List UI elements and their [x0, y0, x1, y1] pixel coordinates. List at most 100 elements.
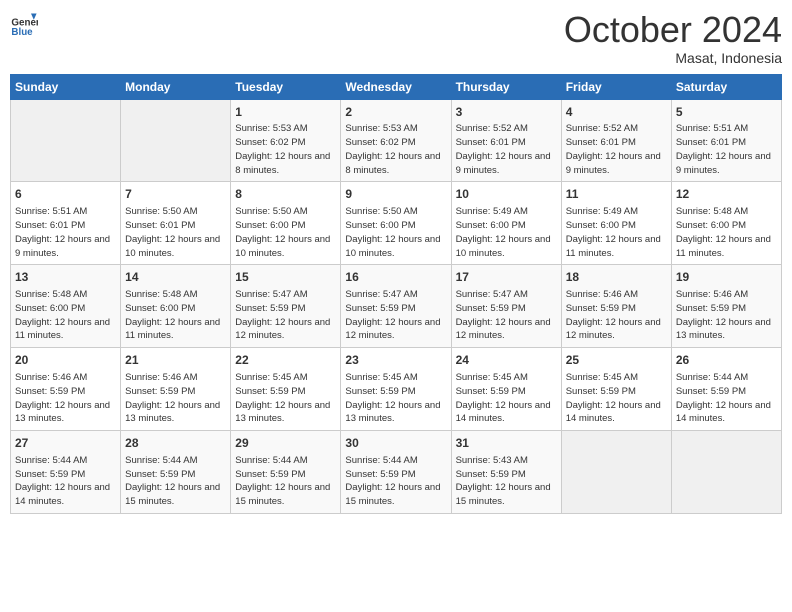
cell-content: Sunrise: 5:47 AM Sunset: 5:59 PM Dayligh… — [235, 288, 336, 343]
calendar-cell — [11, 99, 121, 182]
calendar-cell: 20 Sunrise: 5:46 AM Sunset: 5:59 PM Dayli… — [11, 348, 121, 431]
cell-content: Sunrise: 5:45 AM Sunset: 5:59 PM Dayligh… — [456, 371, 557, 426]
cell-content: Sunrise: 5:46 AM Sunset: 5:59 PM Dayligh… — [15, 371, 116, 426]
calendar-cell: 17 Sunrise: 5:47 AM Sunset: 5:59 PM Dayli… — [451, 265, 561, 348]
day-number: 17 — [456, 269, 557, 286]
cell-content: Sunrise: 5:45 AM Sunset: 5:59 PM Dayligh… — [566, 371, 667, 426]
calendar-cell: 6Sunrise: 5:51 AM Sunset: 6:01 PM Daylig… — [11, 182, 121, 265]
day-number: 18 — [566, 269, 667, 286]
day-number: 22 — [235, 352, 336, 369]
calendar-week-row: 6Sunrise: 5:51 AM Sunset: 6:01 PM Daylig… — [11, 182, 782, 265]
day-number: 4 — [566, 104, 667, 121]
cell-content: Sunrise: 5:51 AM Sunset: 6:01 PM Dayligh… — [676, 122, 777, 177]
cell-content: Sunrise: 5:47 AM Sunset: 5:59 PM Dayligh… — [345, 288, 446, 343]
cell-content: Sunrise: 5:44 AM Sunset: 5:59 PM Dayligh… — [345, 454, 446, 509]
day-number: 2 — [345, 104, 446, 121]
day-number: 9 — [345, 186, 446, 203]
calendar-cell: 24 Sunrise: 5:45 AM Sunset: 5:59 PM Dayli… — [451, 348, 561, 431]
calendar-week-row: 13 Sunrise: 5:48 AM Sunset: 6:00 PM Dayli… — [11, 265, 782, 348]
day-number: 5 — [676, 104, 777, 121]
weekday-header: Friday — [561, 74, 671, 99]
day-number: 19 — [676, 269, 777, 286]
calendar-cell: 1Sunrise: 5:53 AM Sunset: 6:02 PM Daylig… — [231, 99, 341, 182]
calendar-cell: 19 Sunrise: 5:46 AM Sunset: 5:59 PM Dayli… — [671, 265, 781, 348]
calendar-cell: 3Sunrise: 5:52 AM Sunset: 6:01 PM Daylig… — [451, 99, 561, 182]
calendar-cell: 9Sunrise: 5:50 AM Sunset: 6:00 PM Daylig… — [341, 182, 451, 265]
logo-icon: General Blue — [10, 10, 38, 38]
cell-content: Sunrise: 5:44 AM Sunset: 5:59 PM Dayligh… — [125, 454, 226, 509]
day-number: 26 — [676, 352, 777, 369]
cell-content: Sunrise: 5:51 AM Sunset: 6:01 PM Dayligh… — [15, 205, 116, 260]
weekday-header: Saturday — [671, 74, 781, 99]
cell-content: Sunrise: 5:49 AM Sunset: 6:00 PM Dayligh… — [566, 205, 667, 260]
calendar-week-row: 20 Sunrise: 5:46 AM Sunset: 5:59 PM Dayli… — [11, 348, 782, 431]
day-number: 24 — [456, 352, 557, 369]
day-number: 13 — [15, 269, 116, 286]
cell-content: Sunrise: 5:53 AM Sunset: 6:02 PM Dayligh… — [345, 122, 446, 177]
day-number: 25 — [566, 352, 667, 369]
day-number: 10 — [456, 186, 557, 203]
calendar-cell: 4Sunrise: 5:52 AM Sunset: 6:01 PM Daylig… — [561, 99, 671, 182]
calendar-cell: 10 Sunrise: 5:49 AM Sunset: 6:00 PM Dayli… — [451, 182, 561, 265]
calendar-cell: 30Sunrise: 5:44 AM Sunset: 5:59 PM Dayli… — [341, 431, 451, 514]
calendar-cell: 21Sunrise: 5:46 AM Sunset: 5:59 PM Dayli… — [121, 348, 231, 431]
day-number: 16 — [345, 269, 446, 286]
weekday-header-row: SundayMondayTuesdayWednesdayThursdayFrid… — [11, 74, 782, 99]
calendar-cell: 8 Sunrise: 5:50 AM Sunset: 6:00 PM Daylig… — [231, 182, 341, 265]
cell-content: Sunrise: 5:52 AM Sunset: 6:01 PM Dayligh… — [566, 122, 667, 177]
day-number: 31 — [456, 435, 557, 452]
location: Masat, Indonesia — [564, 50, 782, 66]
calendar-cell: 22 Sunrise: 5:45 AM Sunset: 5:59 PM Dayli… — [231, 348, 341, 431]
cell-content: Sunrise: 5:46 AM Sunset: 5:59 PM Dayligh… — [566, 288, 667, 343]
day-number: 14 — [125, 269, 226, 286]
calendar-cell: 31 Sunrise: 5:43 AM Sunset: 5:59 PM Dayli… — [451, 431, 561, 514]
day-number: 27 — [15, 435, 116, 452]
day-number: 7 — [125, 186, 226, 203]
cell-content: Sunrise: 5:43 AM Sunset: 5:59 PM Dayligh… — [456, 454, 557, 509]
calendar-cell: 26 Sunrise: 5:44 AM Sunset: 5:59 PM Dayli… — [671, 348, 781, 431]
cell-content: Sunrise: 5:48 AM Sunset: 6:00 PM Dayligh… — [676, 205, 777, 260]
cell-content: Sunrise: 5:46 AM Sunset: 5:59 PM Dayligh… — [676, 288, 777, 343]
day-number: 1 — [235, 104, 336, 121]
cell-content: Sunrise: 5:45 AM Sunset: 5:59 PM Dayligh… — [235, 371, 336, 426]
logo: General Blue — [10, 10, 38, 38]
day-number: 23 — [345, 352, 446, 369]
day-number: 28 — [125, 435, 226, 452]
calendar-cell: 2Sunrise: 5:53 AM Sunset: 6:02 PM Daylig… — [341, 99, 451, 182]
cell-content: Sunrise: 5:50 AM Sunset: 6:01 PM Dayligh… — [125, 205, 226, 260]
cell-content: Sunrise: 5:53 AM Sunset: 6:02 PM Dayligh… — [235, 122, 336, 177]
calendar-cell: 25 Sunrise: 5:45 AM Sunset: 5:59 PM Dayli… — [561, 348, 671, 431]
weekday-header: Sunday — [11, 74, 121, 99]
cell-content: Sunrise: 5:48 AM Sunset: 6:00 PM Dayligh… — [125, 288, 226, 343]
day-number: 12 — [676, 186, 777, 203]
calendar-cell: 5Sunrise: 5:51 AM Sunset: 6:01 PM Daylig… — [671, 99, 781, 182]
calendar-cell: 23 Sunrise: 5:45 AM Sunset: 5:59 PM Dayli… — [341, 348, 451, 431]
cell-content: Sunrise: 5:44 AM Sunset: 5:59 PM Dayligh… — [676, 371, 777, 426]
calendar-week-row: 1Sunrise: 5:53 AM Sunset: 6:02 PM Daylig… — [11, 99, 782, 182]
weekday-header: Thursday — [451, 74, 561, 99]
calendar-cell — [561, 431, 671, 514]
day-number: 29 — [235, 435, 336, 452]
weekday-header: Tuesday — [231, 74, 341, 99]
cell-content: Sunrise: 5:50 AM Sunset: 6:00 PM Dayligh… — [235, 205, 336, 260]
calendar-cell: 18 Sunrise: 5:46 AM Sunset: 5:59 PM Dayli… — [561, 265, 671, 348]
calendar-cell: 14 Sunrise: 5:48 AM Sunset: 6:00 PM Dayli… — [121, 265, 231, 348]
day-number: 20 — [15, 352, 116, 369]
calendar-cell — [671, 431, 781, 514]
calendar-cell: 7 Sunrise: 5:50 AM Sunset: 6:01 PM Daylig… — [121, 182, 231, 265]
day-number: 8 — [235, 186, 336, 203]
cell-content: Sunrise: 5:49 AM Sunset: 6:00 PM Dayligh… — [456, 205, 557, 260]
calendar-week-row: 27 Sunrise: 5:44 AM Sunset: 5:59 PM Dayli… — [11, 431, 782, 514]
weekday-header: Wednesday — [341, 74, 451, 99]
calendar-cell: 27 Sunrise: 5:44 AM Sunset: 5:59 PM Dayli… — [11, 431, 121, 514]
cell-content: Sunrise: 5:47 AM Sunset: 5:59 PM Dayligh… — [456, 288, 557, 343]
cell-content: Sunrise: 5:44 AM Sunset: 5:59 PM Dayligh… — [15, 454, 116, 509]
calendar-cell: 29 Sunrise: 5:44 AM Sunset: 5:59 PM Dayli… — [231, 431, 341, 514]
day-number: 15 — [235, 269, 336, 286]
month-title: October 2024 — [564, 10, 782, 50]
cell-content: Sunrise: 5:45 AM Sunset: 5:59 PM Dayligh… — [345, 371, 446, 426]
calendar-table: SundayMondayTuesdayWednesdayThursdayFrid… — [10, 74, 782, 514]
svg-text:Blue: Blue — [11, 27, 33, 38]
cell-content: Sunrise: 5:44 AM Sunset: 5:59 PM Dayligh… — [235, 454, 336, 509]
calendar-cell: 16 Sunrise: 5:47 AM Sunset: 5:59 PM Dayli… — [341, 265, 451, 348]
